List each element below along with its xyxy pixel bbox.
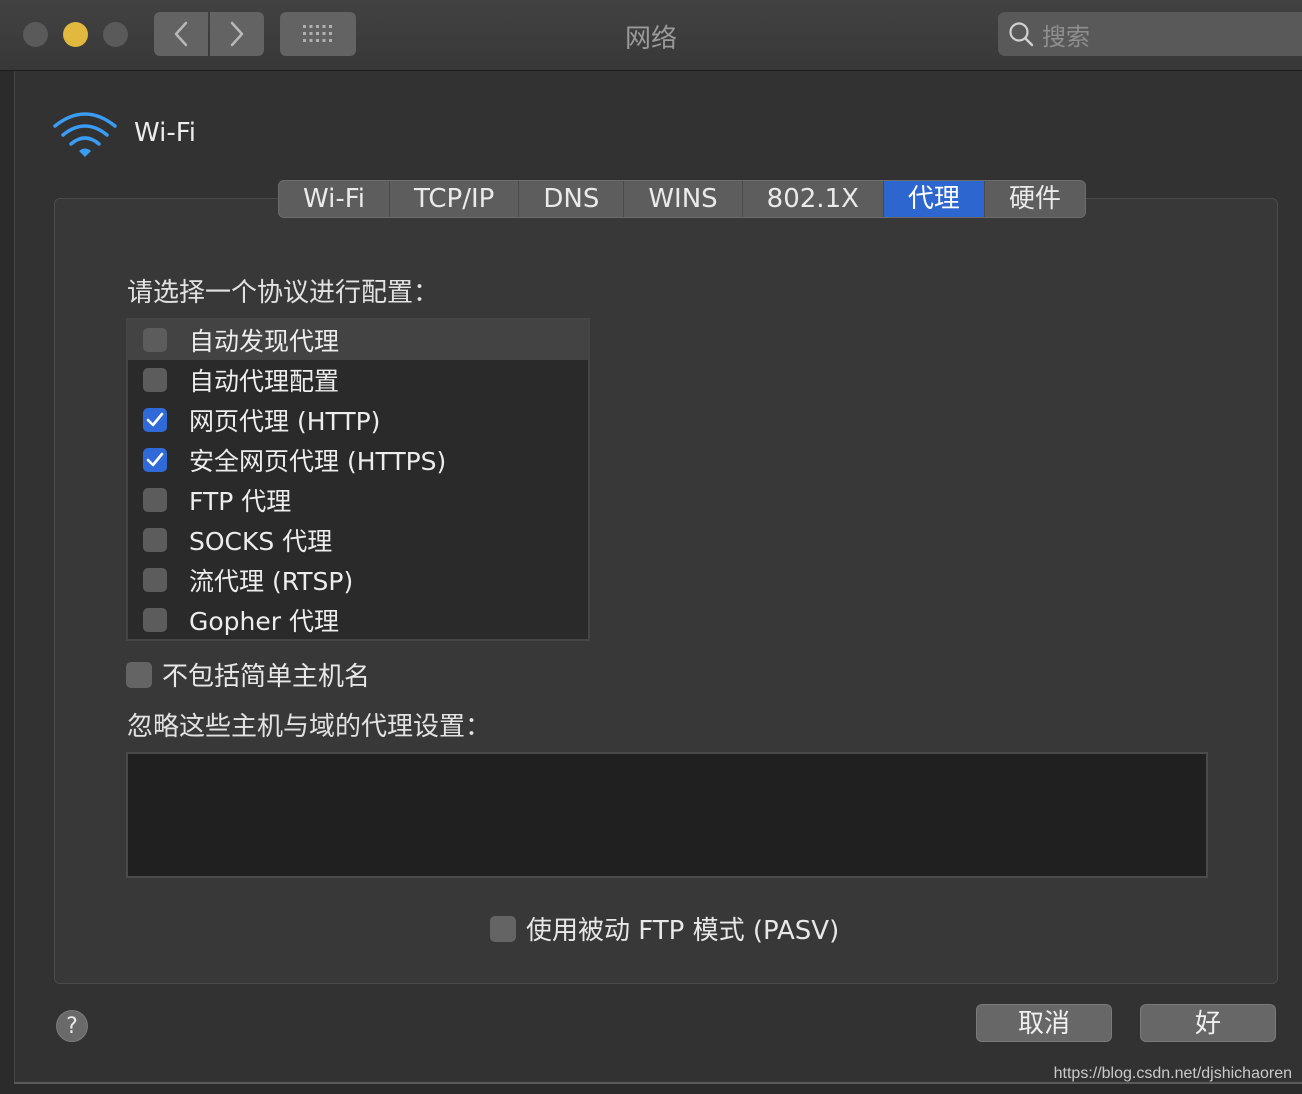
search-placeholder: 搜索 bbox=[1042, 22, 1090, 51]
checkbox-auto-config[interactable] bbox=[143, 368, 167, 392]
checkbox-https[interactable] bbox=[143, 448, 167, 472]
cancel-button[interactable]: 取消 bbox=[976, 1004, 1112, 1042]
protocol-item-https[interactable]: 安全网页代理 (HTTPS) bbox=[128, 440, 588, 480]
protocol-label: Gopher 代理 bbox=[189, 607, 339, 636]
bypass-hosts-textarea[interactable] bbox=[126, 752, 1208, 878]
protocol-label: 网页代理 (HTTP) bbox=[189, 407, 381, 436]
protocol-label: 流代理 (RTSP) bbox=[189, 567, 354, 596]
checkmark-icon bbox=[146, 452, 164, 467]
exclude-simple-hostnames-checkbox[interactable] bbox=[126, 661, 152, 688]
passive-ftp-label: 使用被动 FTP 模式 (PASV) bbox=[526, 916, 840, 946]
tab-wifi[interactable]: Wi-Fi bbox=[279, 181, 391, 217]
passive-ftp-checkbox[interactable] bbox=[490, 915, 516, 942]
protocol-label: SOCKS 代理 bbox=[189, 527, 333, 556]
tab-8021x[interactable]: 802.1X bbox=[743, 181, 884, 217]
tab-tcpip[interactable]: TCP/IP bbox=[390, 181, 520, 217]
exclude-simple-hostnames-label: 不包括简单主机名 bbox=[162, 662, 371, 692]
protocol-item-auto-config[interactable]: 自动代理配置 bbox=[128, 360, 588, 400]
checkbox-socks[interactable] bbox=[143, 528, 167, 552]
protocol-item-gopher[interactable]: Gopher 代理 bbox=[128, 600, 588, 640]
protocol-label: FTP 代理 bbox=[189, 487, 292, 516]
bypass-hosts-label: 忽略这些主机与域的代理设置： bbox=[127, 712, 492, 742]
protocol-label: 自动发现代理 bbox=[189, 327, 340, 356]
exclude-simple-hostnames-row[interactable]: 不包括简单主机名 bbox=[126, 656, 370, 693]
checkbox-ftp[interactable] bbox=[143, 488, 167, 512]
wifi-icon bbox=[53, 112, 117, 157]
service-header: Wi-Fi bbox=[52, 108, 196, 158]
protocol-item-ftp[interactable]: FTP 代理 bbox=[128, 480, 588, 520]
protocol-label: 安全网页代理 (HTTPS) bbox=[189, 447, 447, 476]
checkbox-gopher[interactable] bbox=[143, 608, 167, 632]
protocol-item-auto-discovery[interactable]: 自动发现代理 bbox=[128, 320, 588, 360]
checkbox-http[interactable] bbox=[143, 408, 167, 432]
tab-proxies[interactable]: 代理 bbox=[883, 181, 985, 217]
checkmark-icon bbox=[146, 412, 164, 427]
protocol-item-rtsp[interactable]: 流代理 (RTSP) bbox=[128, 560, 588, 600]
tab-wins[interactable]: WINS bbox=[624, 181, 743, 217]
select-protocol-label: 请选择一个协议进行配置： bbox=[127, 278, 440, 308]
checkbox-rtsp[interactable] bbox=[143, 568, 167, 592]
tab-dns[interactable]: DNS bbox=[519, 181, 625, 217]
ok-button[interactable]: 好 bbox=[1140, 1004, 1276, 1042]
tab-hardware[interactable]: 硬件 bbox=[985, 181, 1085, 217]
tab-bar: Wi-Fi TCP/IP DNS WINS 802.1X 代理 硬件 bbox=[278, 180, 1086, 218]
service-name: Wi-Fi bbox=[134, 118, 197, 148]
help-button[interactable]: ? bbox=[56, 1010, 88, 1042]
title-bar: 网络 搜索 bbox=[0, 0, 1302, 71]
search-icon bbox=[1009, 22, 1034, 47]
checkbox-auto-discovery[interactable] bbox=[143, 328, 167, 352]
passive-ftp-row[interactable]: 使用被动 FTP 模式 (PASV) bbox=[490, 910, 839, 947]
protocol-item-http[interactable]: 网页代理 (HTTP) bbox=[128, 400, 588, 440]
watermark-text: https://blog.csdn.net/djshichaoren bbox=[1053, 1065, 1292, 1082]
protocol-label: 自动代理配置 bbox=[189, 367, 340, 396]
protocol-item-socks[interactable]: SOCKS 代理 bbox=[128, 520, 588, 560]
search-field[interactable]: 搜索 bbox=[998, 12, 1302, 56]
protocol-list[interactable]: 自动发现代理 自动代理配置 网页代理 (HTTP) 安全网页代理 (HTTPS)… bbox=[126, 318, 590, 641]
